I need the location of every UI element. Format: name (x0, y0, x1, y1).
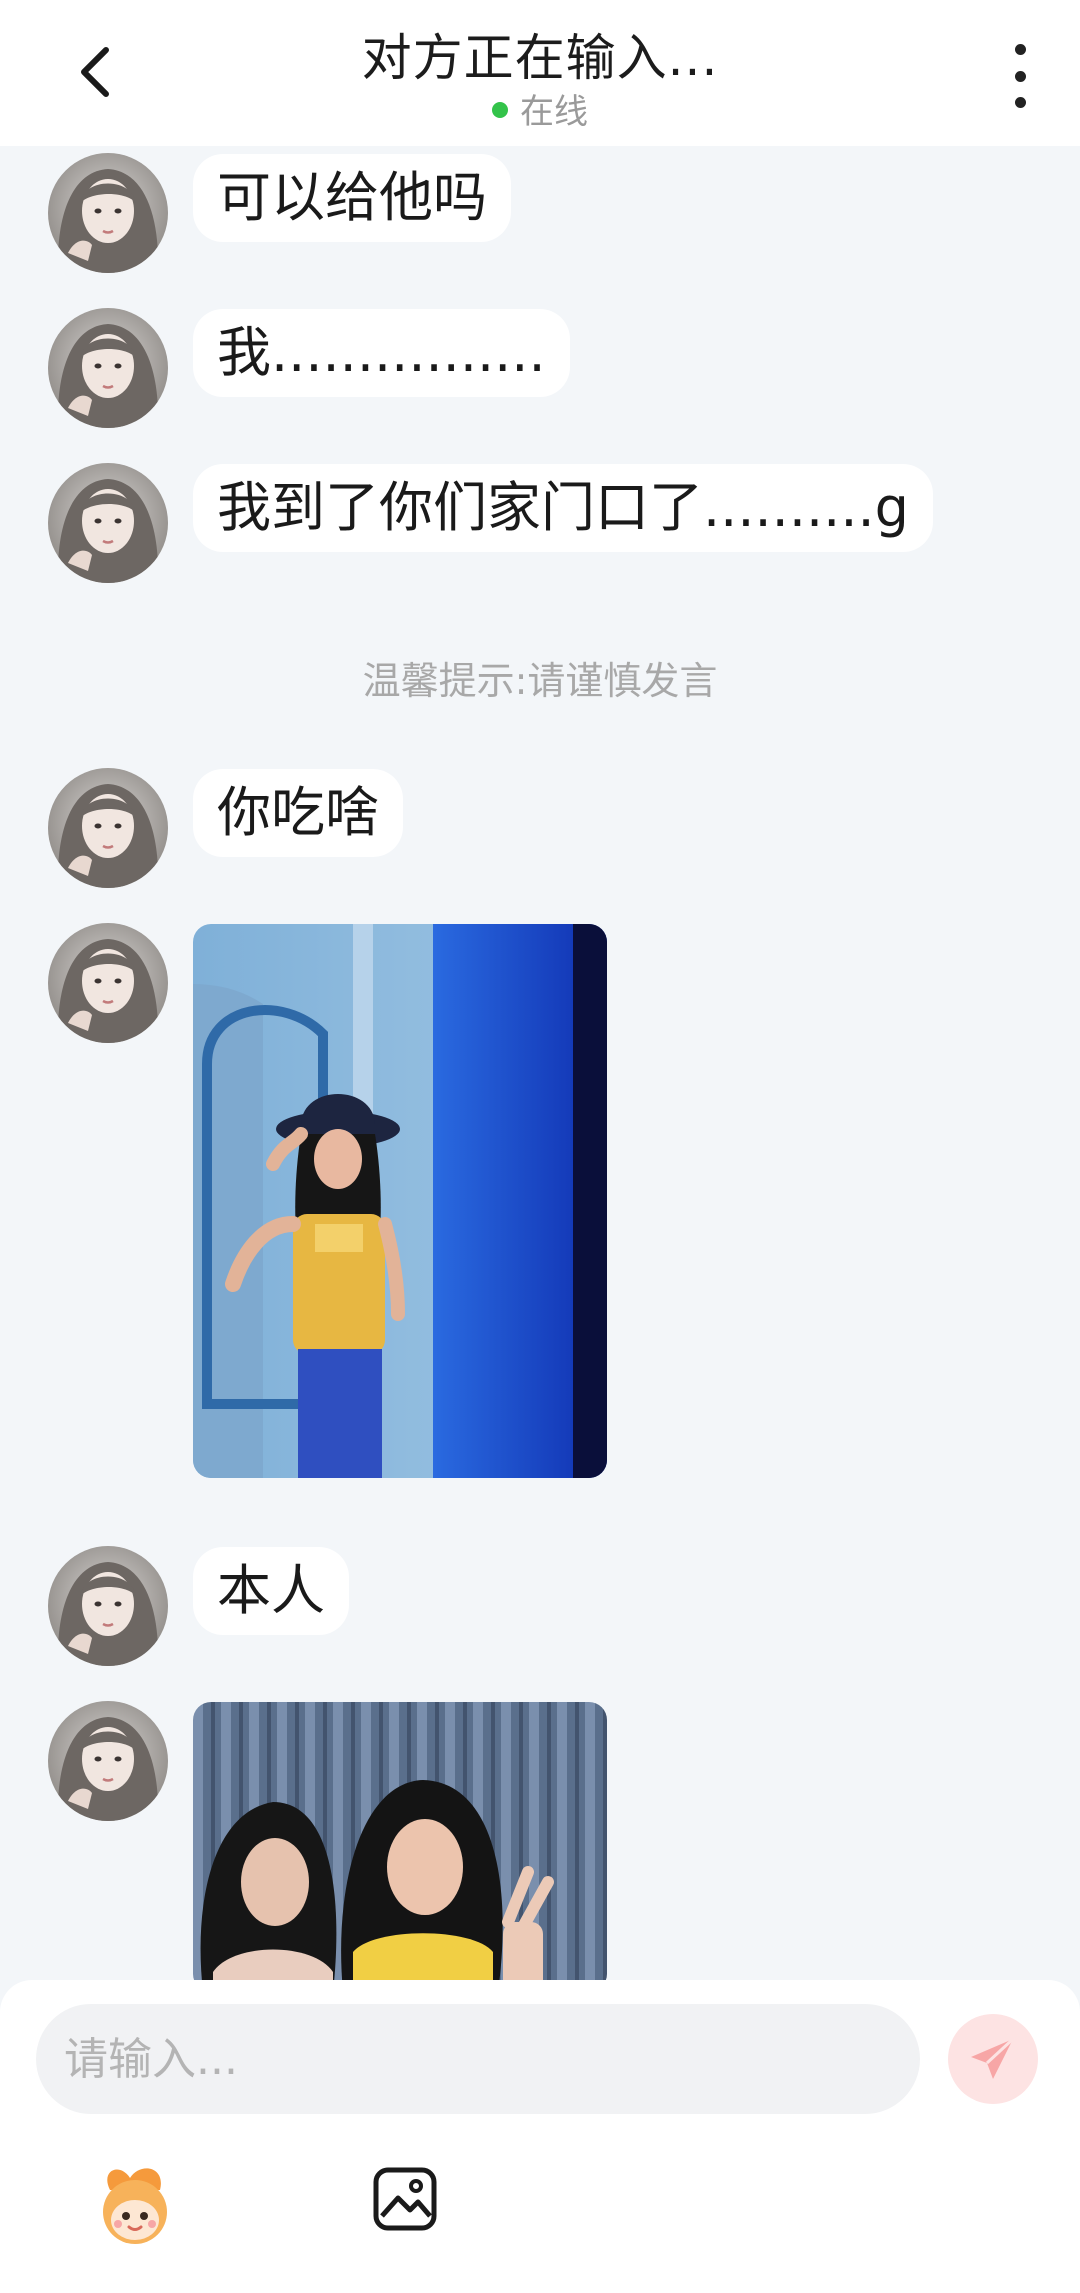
message-bubble[interactable]: 我到了你们家门口了..........g (193, 464, 933, 552)
emoji-mascot-icon (103, 2168, 167, 2244)
composer-bar (0, 1980, 1080, 2293)
message-bubble[interactable]: 你吃啥 (193, 769, 403, 857)
chat-header: 对方正在输入... 在线 (0, 0, 1080, 146)
message-bubble[interactable]: 本人 (193, 1547, 349, 1635)
image-message[interactable] (193, 924, 607, 1478)
online-status: 在线 (0, 84, 1080, 133)
send-icon (971, 2037, 1015, 2079)
chat-title: 对方正在输入... (361, 29, 719, 87)
message-input[interactable] (36, 2004, 920, 2114)
contact-avatar[interactable] (48, 923, 168, 1043)
online-status-label: 在线 (520, 92, 588, 132)
message-bubble[interactable]: 我................ (193, 309, 570, 397)
system-notice: 温馨提示:请谨慎发言 (362, 659, 718, 703)
image-icon (373, 2167, 437, 2231)
contact-avatar[interactable] (48, 153, 168, 273)
photo-girl-in-hat (193, 924, 607, 1478)
photo-two-girls (193, 1702, 607, 1992)
message-bubble[interactable]: 可以给他吗 (193, 154, 511, 242)
contact-avatar[interactable] (48, 308, 168, 428)
image-message[interactable] (193, 1702, 607, 1992)
send-button[interactable] (948, 2014, 1038, 2104)
more-options-button[interactable] (1000, 44, 1040, 108)
contact-avatar[interactable] (48, 1701, 168, 1821)
contact-avatar[interactable] (48, 768, 168, 888)
contact-avatar[interactable] (48, 1546, 168, 1666)
image-picker-button[interactable] (370, 2164, 440, 2234)
emoji-button[interactable] (90, 2160, 180, 2250)
contact-avatar[interactable] (48, 463, 168, 583)
online-dot-icon (492, 101, 508, 118)
more-vertical-icon (1014, 44, 1026, 55)
